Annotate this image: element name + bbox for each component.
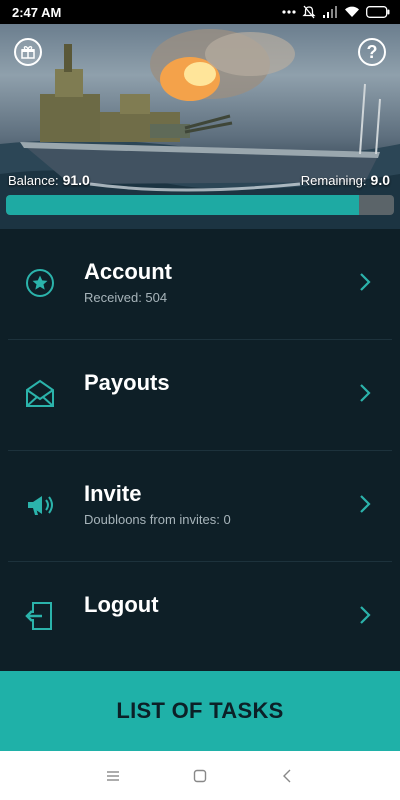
menu-icon[interactable]	[105, 769, 121, 783]
balance-progress-bar	[6, 195, 394, 215]
list-of-tasks-button[interactable]: LIST OF TASKS	[0, 671, 400, 751]
remaining-value: 9.0	[370, 172, 390, 188]
remaining-label: Remaining:	[300, 173, 367, 188]
balance: Balance: 91.0	[8, 172, 90, 188]
menu-item-logout[interactable]: Logout	[8, 562, 392, 673]
gift-button[interactable]	[14, 38, 42, 66]
remaining: Remaining: 9.0	[301, 172, 390, 188]
wifi-icon	[345, 6, 359, 18]
menu-title-logout: Logout	[84, 592, 159, 617]
menu-title-account: Account	[84, 259, 172, 284]
signal-icon	[323, 6, 337, 18]
chevron-right-icon	[360, 495, 371, 513]
help-button[interactable]: ?	[358, 38, 386, 66]
main-menu: Account Received: 504 Payouts Invite Dou…	[0, 229, 400, 671]
envelope-icon	[26, 379, 54, 407]
menu-subtitle-account: Received: 504	[84, 290, 168, 305]
help-icon: ?	[366, 41, 378, 62]
menu-title-payouts: Payouts	[84, 370, 170, 395]
list-of-tasks-label: LIST OF TASKS	[116, 698, 284, 723]
menu-item-payouts[interactable]: Payouts	[8, 340, 392, 451]
mute-icon	[302, 5, 316, 19]
balance-value: 91.0	[62, 172, 90, 188]
star-icon	[26, 269, 54, 297]
gift-icon	[21, 46, 35, 59]
chevron-right-icon	[360, 273, 371, 291]
chevron-right-icon	[360, 606, 371, 624]
chevron-right-icon	[360, 384, 371, 402]
balance-row: Balance: 91.0 Remaining: 9.0	[8, 172, 390, 188]
status-time: 2:47 AM	[12, 4, 62, 20]
hero-banner: ? Balance: 91.0 Remaining: 9.0	[0, 24, 400, 229]
home-icon[interactable]	[192, 768, 208, 784]
balance-label: Balance:	[8, 173, 59, 188]
menu-title-invite: Invite	[84, 481, 142, 506]
menu-item-invite[interactable]: Invite Doubloons from invites: 0	[8, 451, 392, 562]
logout-icon	[25, 602, 52, 630]
menu-subtitle-invite: Doubloons from invites: 0	[84, 512, 231, 527]
megaphone-icon	[28, 496, 53, 515]
status-bar: 2:47 AM	[0, 0, 400, 24]
status-icons	[282, 5, 390, 19]
system-nav-bar	[0, 751, 400, 800]
progress-fill	[6, 195, 360, 215]
more-dots-icon	[282, 10, 296, 14]
menu-item-account[interactable]: Account Received: 504	[8, 229, 392, 340]
battery-icon	[366, 6, 390, 18]
back-icon[interactable]	[279, 768, 295, 784]
